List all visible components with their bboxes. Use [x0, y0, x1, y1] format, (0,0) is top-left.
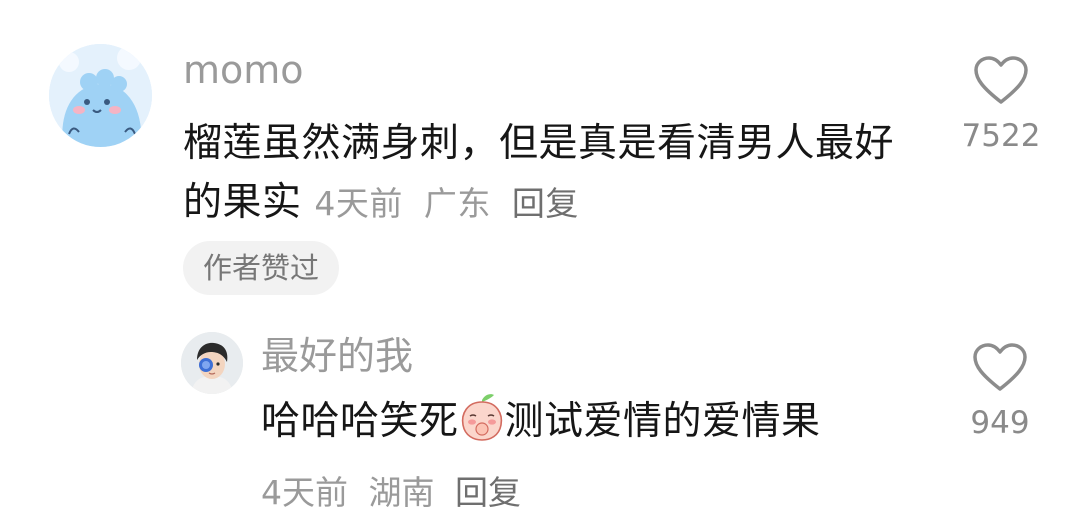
comment-meta: 4天前 广东 回复	[314, 184, 589, 223]
reply-button[interactable]: 回复	[512, 184, 579, 223]
like-button[interactable]: 7522	[956, 56, 1046, 154]
author-liked-badge: 作者赞过	[183, 241, 340, 295]
reply-location: 湖南	[368, 473, 435, 512]
boy-photo-avatar-icon	[181, 332, 243, 394]
reply-body-end: 测试爱情的爱情果	[504, 399, 821, 444]
like-count: 7522	[961, 118, 1041, 154]
user-avatar[interactable]	[49, 44, 152, 147]
reply-button[interactable]: 回复	[455, 473, 521, 512]
like-button[interactable]: 949	[955, 343, 1045, 441]
blue-cartoon-avatar-icon	[49, 44, 152, 147]
peach-shy-emoji-icon	[461, 394, 502, 441]
reply-body-start: 哈哈哈笑死	[261, 399, 459, 444]
reply-username[interactable]: 最好的我	[261, 334, 413, 378]
reply-text: 哈哈哈笑死 测试爱情的爱情果	[261, 392, 941, 451]
user-avatar[interactable]	[181, 332, 243, 394]
heart-icon[interactable]	[973, 56, 1029, 106]
comment-location: 广东	[423, 184, 491, 223]
heart-icon[interactable]	[972, 343, 1028, 393]
like-count: 949	[970, 405, 1030, 441]
reply-meta: 4天前 湖南 回复	[261, 466, 531, 514]
comment-text: 榴莲虽然满身刺，但是真是看清男人最好的果实 4天前 广东 回复	[183, 114, 903, 233]
comment-list: momo 榴莲虽然满身刺，但是真是看清男人最好的果实 4天前 广东 回复 作者赞…	[0, 0, 1080, 520]
comment-username[interactable]: momo	[183, 48, 304, 92]
comment-time: 4天前	[314, 184, 403, 223]
reply-time: 4天前	[261, 473, 348, 512]
